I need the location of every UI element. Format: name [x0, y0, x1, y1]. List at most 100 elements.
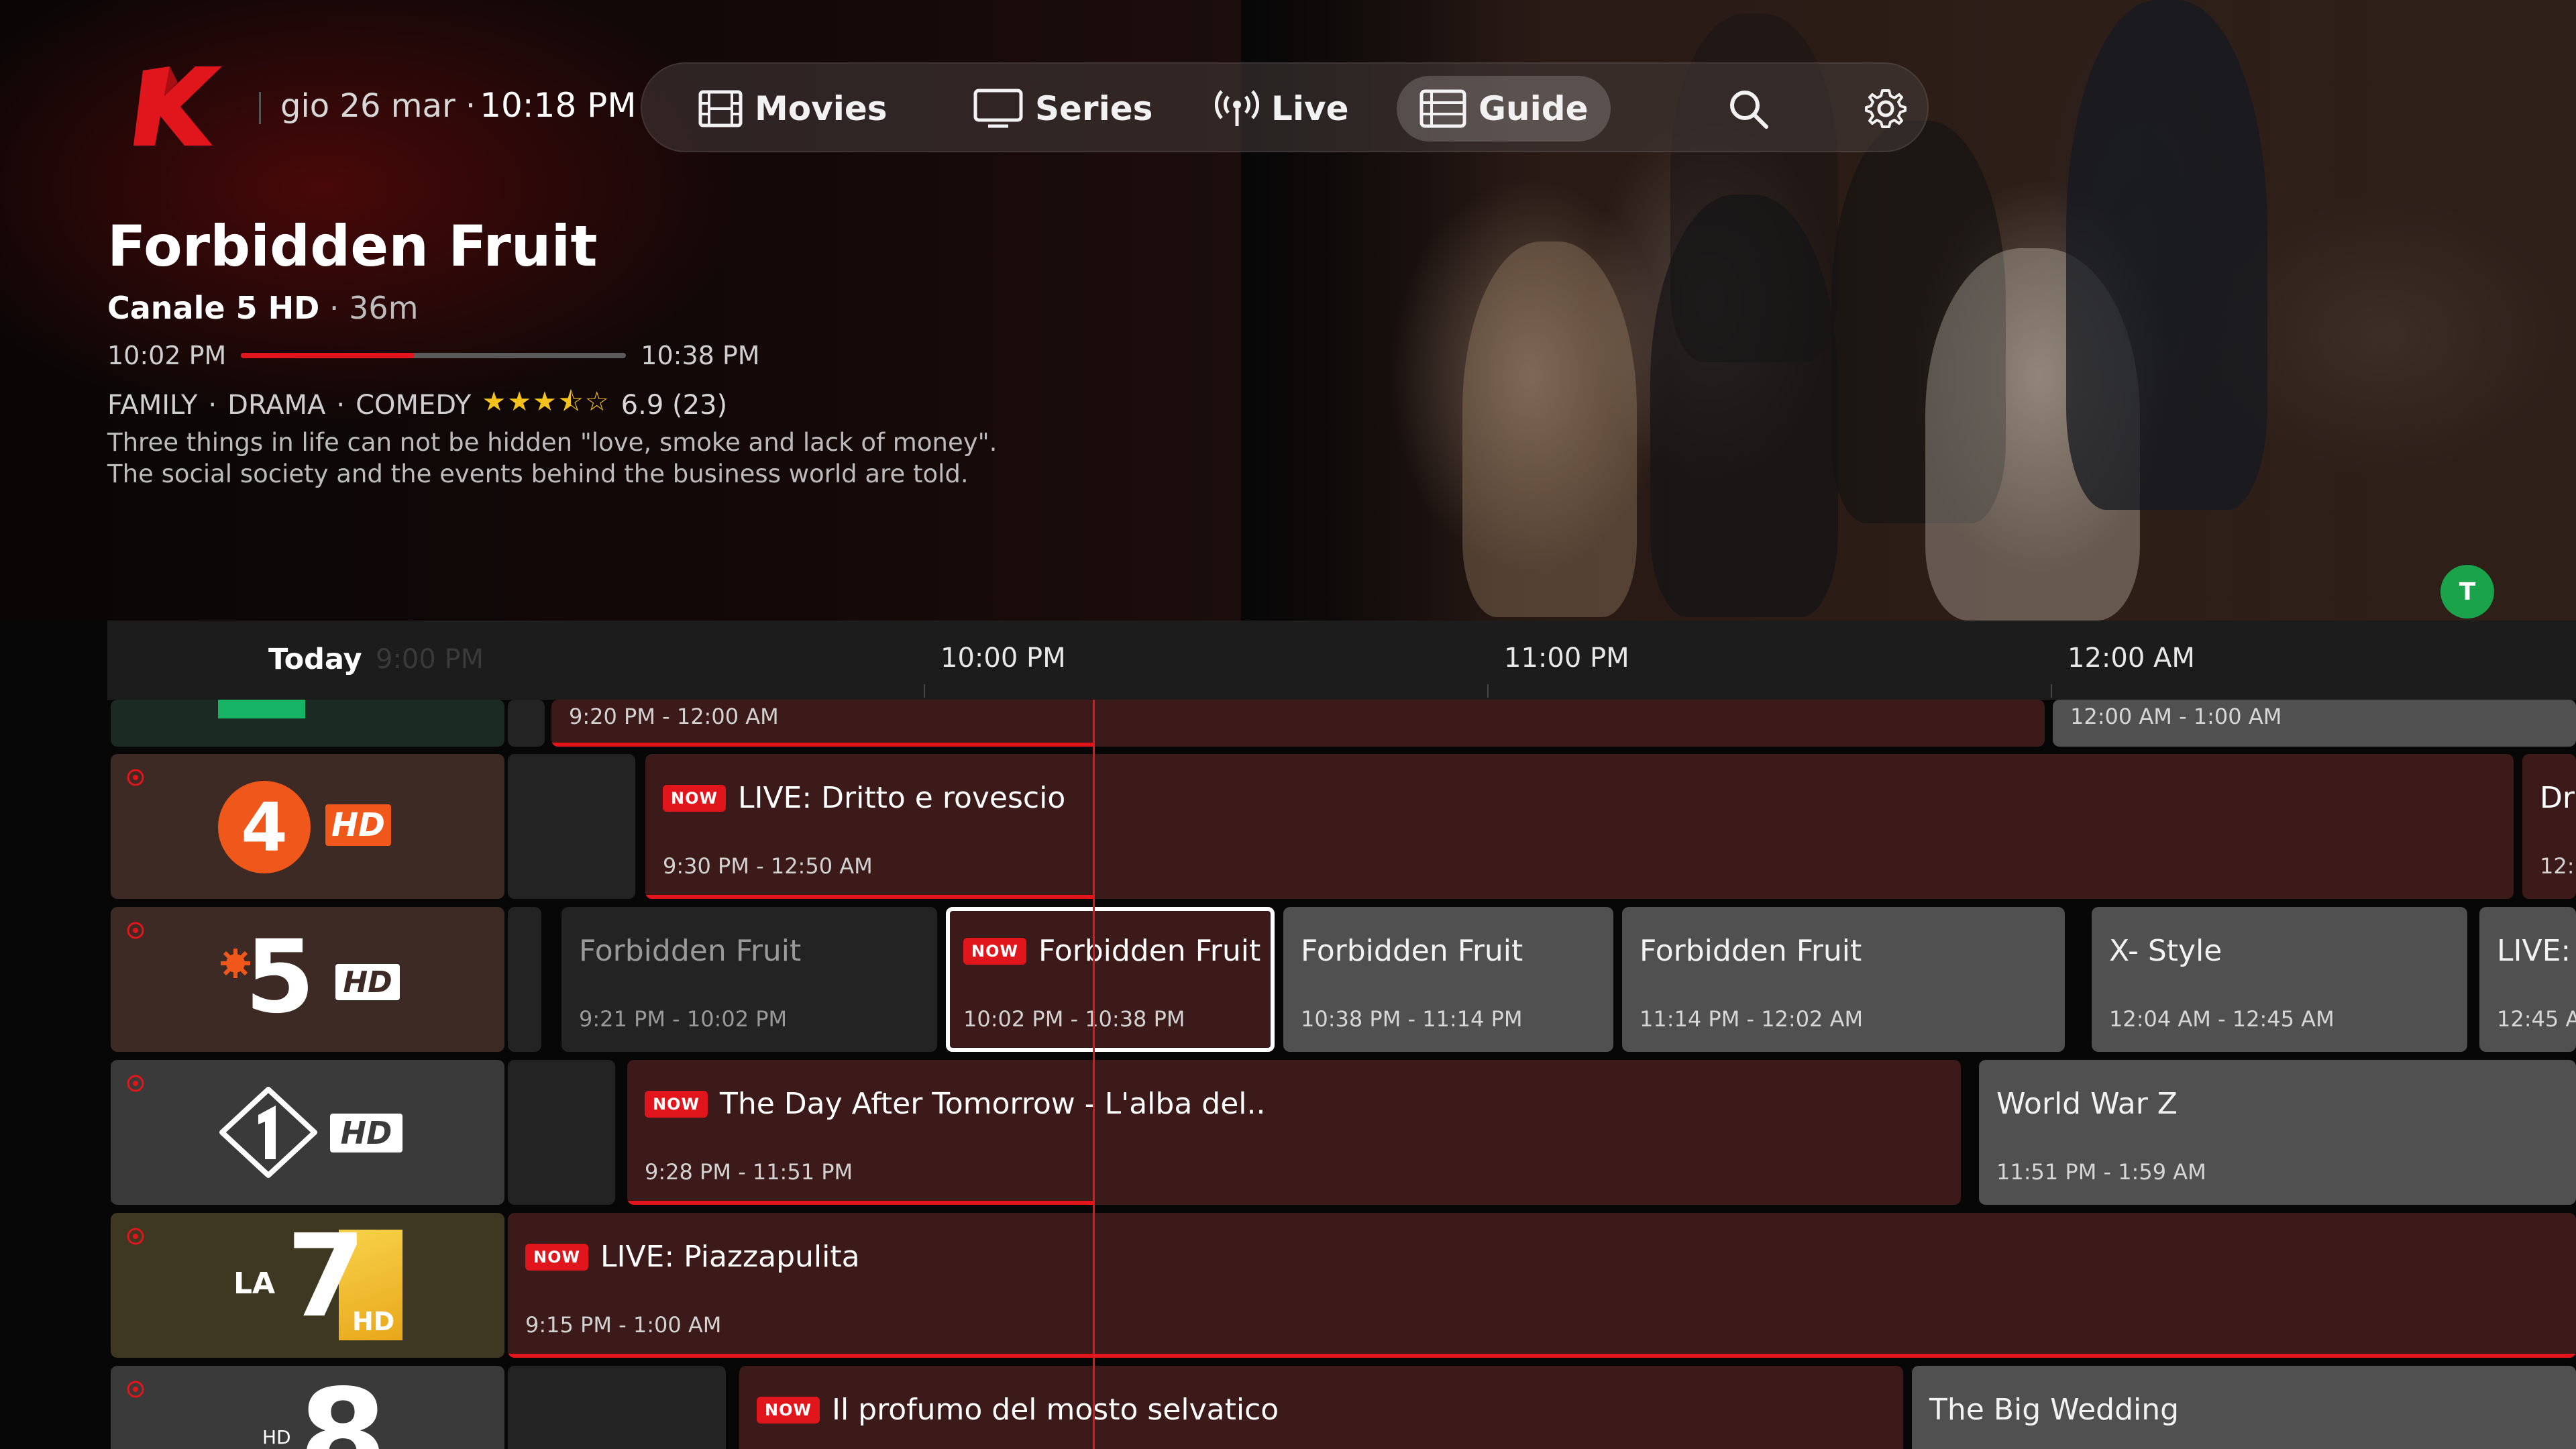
user-avatar[interactable]: T [2440, 565, 2494, 619]
star-rating-icon: ★★★⯪☆ [482, 386, 610, 417]
featured-genres: FAMILY · DRAMA · COMEDY ★★★⯪☆ 6.9 (23) [107, 382, 727, 428]
header-datetime: gio 26 mar · 10:18 PM [280, 86, 636, 125]
program-cell[interactable]: 9:20 PM - 12:00 AM [551, 700, 2045, 747]
program-cell-empty [508, 754, 635, 899]
header-date: gio 26 mar · [280, 87, 476, 125]
guide-time-label: 10:00 PM [941, 643, 1066, 674]
featured-description: Three things in life can not be hidden "… [107, 428, 998, 488]
nav-series-label: Series [1035, 89, 1153, 128]
guide-time-label: 11:00 PM [1504, 643, 1629, 674]
gear-icon [1865, 89, 1907, 128]
program-cell[interactable]: Forbidden Fruit 11:14 PM - 12:02 AM [1622, 907, 2065, 1052]
genre-tag: DRAMA [227, 390, 326, 421]
program-cell[interactable]: NOW LIVE: Dritto e rovescio 9:30 PM - 12:… [645, 754, 2514, 899]
program-cell[interactable]: 12:00 AM - 1:00 AM [2053, 700, 2576, 747]
featured-rating: 6.9 (23) [621, 390, 728, 421]
program-progress [627, 1201, 1095, 1205]
program-title-text: LIVE: Piazzapulita [600, 1240, 860, 1274]
channel-logo-italia1[interactable]: HD [111, 1060, 504, 1205]
program-cell[interactable]: Forbidden Fruit 9:21 PM - 10:02 PM [561, 907, 937, 1052]
header-time: 10:18 PM [480, 86, 637, 125]
program-title: NOW Forbidden Fruit [963, 934, 1260, 968]
program-time: 9:20 PM - 12:00 AM [569, 704, 779, 729]
hd-badge: HD [262, 1426, 291, 1448]
header-divider [259, 92, 261, 124]
featured-progress-row: 10:02 PM 10:38 PM [107, 339, 760, 372]
hd-badge: HD [325, 804, 391, 846]
program-cell[interactable]: LIVE: 12:45 A [2479, 907, 2576, 1052]
program-time: 9:28 PM - 11:51 PM [645, 1159, 853, 1185]
nav-movies-label: Movies [755, 89, 888, 128]
program-cell-empty [508, 1366, 726, 1449]
hd-badge: HD [330, 1114, 402, 1152]
program-cell-focused[interactable]: NOW Forbidden Fruit 10:02 PM - 10:38 PM [946, 907, 1275, 1052]
channel-logo-canale8[interactable]: 8 HD [111, 1366, 504, 1449]
artwork-figure [1650, 195, 1838, 617]
program-title-text: Forbidden Fruit [1038, 934, 1261, 968]
timeline-tick [1487, 684, 1489, 698]
now-badge: NOW [757, 1396, 820, 1424]
program-title-text: The Day After Tomorrow - L'alba del.. [719, 1087, 1266, 1121]
program-time: 12:04 AM - 12:45 AM [2109, 1006, 2334, 1032]
timeline-tick [924, 684, 925, 698]
program-time: 12: [2540, 853, 2575, 879]
featured-start-time: 10:02 PM [107, 341, 227, 370]
program-time: 12:00 AM - 1:00 AM [2070, 704, 2282, 729]
app-logo[interactable] [131, 64, 225, 148]
program-title: Forbidden Fruit [579, 934, 802, 968]
channel-logo-rete4[interactable]: 4 HD [111, 754, 504, 899]
program-cell[interactable]: The Big Wedding [1912, 1366, 2576, 1449]
tv-icon [973, 89, 1023, 128]
guide-time-label: 12:00 AM [2068, 643, 2195, 674]
featured-meta: Canale 5 HD · 36m [107, 290, 419, 326]
nav-guide[interactable]: Guide [1397, 76, 1611, 142]
program-time: 9:30 PM - 12:50 AM [663, 853, 873, 879]
channel-logo-canale5[interactable]: 5 HD [111, 907, 504, 1052]
genre-tag: FAMILY [107, 390, 198, 421]
search-button[interactable] [1715, 76, 1781, 142]
program-time: 10:02 PM - 10:38 PM [963, 1006, 1185, 1032]
nav-live-label: Live [1271, 89, 1349, 128]
program-title: NOW LIVE: Piazzapulita [525, 1240, 860, 1274]
film-icon [698, 90, 743, 127]
program-title: Forbidden Fruit [1301, 934, 1523, 968]
channel-logo-la7[interactable]: LA 7 HD [111, 1213, 504, 1358]
program-time: 11:51 PM - 1:59 AM [1996, 1159, 2206, 1185]
nav-live[interactable]: Live [1192, 76, 1372, 142]
channel-logo-partial[interactable] [111, 700, 504, 747]
program-title: NOW LIVE: Dritto e rovescio [663, 781, 1065, 815]
channel-logo-mark [218, 700, 305, 718]
featured-title: Forbidden Fruit [107, 213, 598, 279]
program-cell[interactable]: World War Z 11:51 PM - 1:59 AM [1979, 1060, 2576, 1205]
program-time: 11:14 PM - 12:02 AM [1640, 1006, 1864, 1032]
main-nav: Movies Series Live Guide [641, 62, 1929, 152]
program-title: NOW Il profumo del mosto selvatico [757, 1393, 1279, 1427]
program-cell[interactable]: X- Style 12:04 AM - 12:45 AM [2092, 907, 2467, 1052]
program-cell[interactable]: NOW LIVE: Piazzapulita 9:15 PM - 1:00 AM [508, 1213, 2576, 1358]
canale5-logo-mark: 5 [245, 919, 315, 1036]
guide-today-label[interactable]: Today [268, 643, 362, 676]
program-cell[interactable]: Forbidden Fruit 10:38 PM - 11:14 PM [1283, 907, 1613, 1052]
la7-logo-prefix: LA [233, 1267, 276, 1301]
nav-series[interactable]: Series [951, 76, 1175, 142]
program-cell-empty [508, 907, 541, 1052]
nav-movies[interactable]: Movies [676, 76, 910, 142]
now-badge: NOW [645, 1090, 708, 1118]
program-title: LIVE: [2497, 934, 2571, 968]
program-progress [508, 1354, 2576, 1358]
program-cell[interactable]: NOW Il profumo del mosto selvatico [739, 1366, 1903, 1449]
program-title: NOW The Day After Tomorrow - L'alba del.. [645, 1087, 1265, 1121]
guide-icon [1419, 89, 1466, 128]
record-icon [127, 1228, 144, 1245]
hd-badge: HD [335, 964, 400, 1000]
now-badge: NOW [963, 937, 1026, 965]
program-cell[interactable]: NOW The Day After Tomorrow - L'alba del..… [627, 1060, 1961, 1205]
program-cell-empty [508, 700, 545, 747]
program-title-text: Il profumo del mosto selvatico [831, 1393, 1279, 1427]
program-cell[interactable]: Dr 12: [2522, 754, 2576, 899]
current-time-indicator [1093, 700, 1095, 1449]
record-icon [127, 1075, 144, 1092]
settings-button[interactable] [1853, 76, 1919, 142]
record-icon [127, 769, 144, 786]
genre-separator: · [208, 390, 217, 421]
